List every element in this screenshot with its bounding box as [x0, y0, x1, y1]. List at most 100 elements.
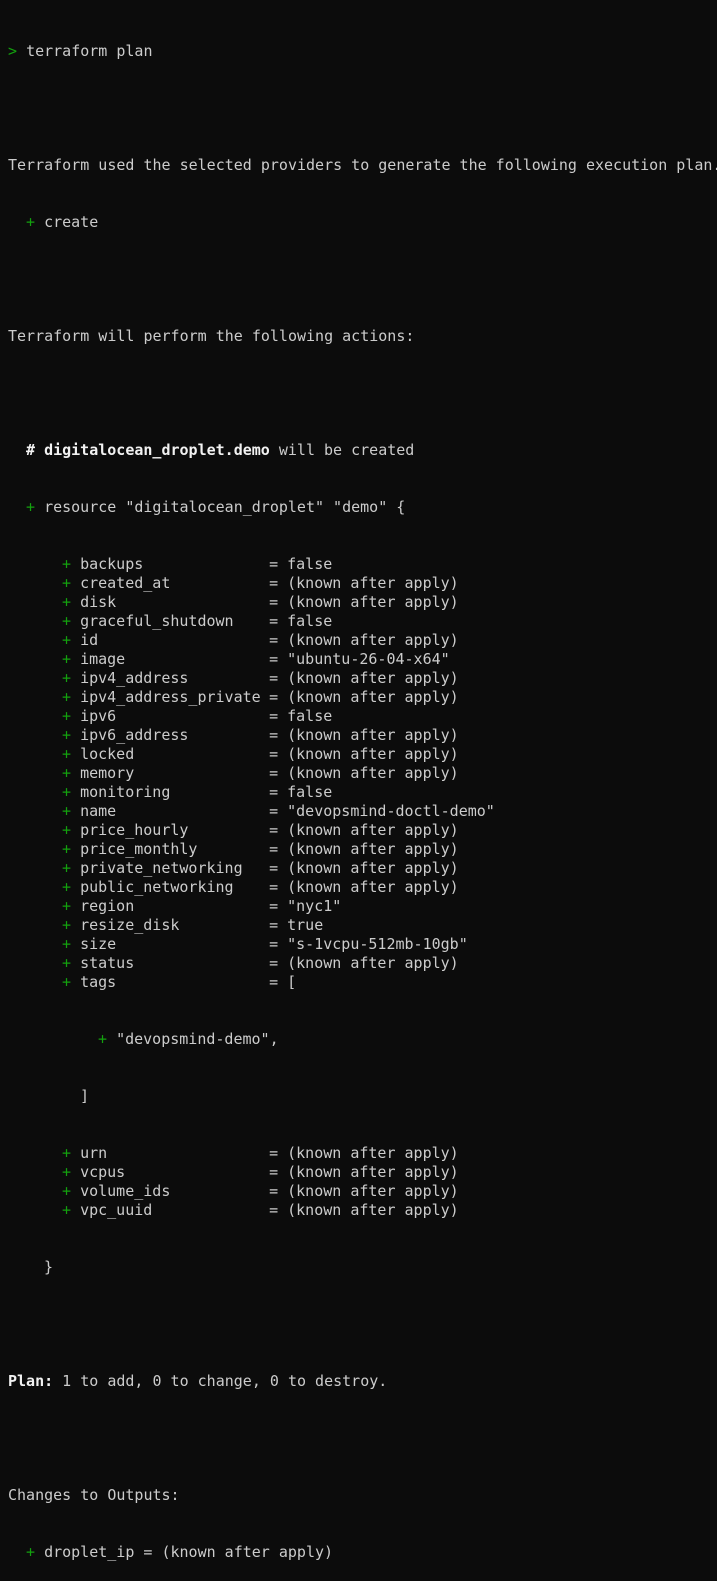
tags-close: ]: [80, 1087, 90, 1105]
attr-key: backups: [80, 555, 144, 573]
attr-line-graceful-shutdown: + graceful_shutdown = false: [62, 612, 333, 630]
attr-line-size: + size = "s-1vcpu-512mb-10gb": [62, 935, 468, 953]
command-text: terraform plan: [26, 42, 153, 60]
attr-value: (known after apply): [287, 726, 459, 744]
attr-key: status: [80, 954, 135, 972]
attr-key: vcpus: [80, 1163, 126, 1181]
outputs-header: Changes to Outputs:: [8, 1486, 180, 1504]
attr-value: (known after apply): [287, 669, 459, 687]
attr-key: public_networking: [80, 878, 234, 896]
attr-value: (known after apply): [287, 821, 459, 839]
plus-icon: +: [62, 783, 72, 801]
attr-key: disk: [80, 593, 117, 611]
attr-value: (known after apply): [287, 954, 459, 972]
plus-icon: +: [62, 821, 72, 839]
attr-value: false: [287, 783, 333, 801]
terminal-window[interactable]: > terraform plan Terraform used the sele…: [0, 0, 717, 1561]
attr-key: tags: [80, 973, 117, 991]
attr-line-urn: + urn = (known after apply): [62, 1144, 459, 1162]
tag-item: + "devopsmind-demo",: [98, 1030, 279, 1048]
attr-value: (known after apply): [287, 1144, 459, 1162]
attr-value: (known after apply): [287, 593, 459, 611]
attr-key: ipv6_address: [80, 726, 189, 744]
plus-icon: +: [62, 764, 72, 782]
attr-line-price-monthly: + price_monthly = (known after apply): [62, 840, 459, 858]
attr-line-vpc-uuid: + vpc_uuid = (known after apply): [62, 1201, 459, 1219]
attr-line-private-networking: + private_networking = (known after apply…: [62, 859, 459, 877]
attr-key: ipv4_address: [80, 669, 189, 687]
attr-value: (known after apply): [287, 688, 459, 706]
attr-line-memory: + memory = (known after apply): [62, 764, 459, 782]
plus-icon: +: [62, 897, 72, 915]
prompt-line: > terraform plan: [8, 42, 717, 61]
attr-key: image: [80, 650, 126, 668]
attr-line-price-hourly: + price_hourly = (known after apply): [62, 821, 459, 839]
attr-value: (known after apply): [287, 745, 459, 763]
attr-line-resize-disk: + resize_disk = true: [62, 916, 324, 934]
intro-line: Terraform used the selected providers to…: [8, 156, 717, 174]
attr-key: monitoring: [80, 783, 171, 801]
attr-value: (known after apply): [287, 764, 459, 782]
attr-key: id: [80, 631, 99, 649]
plus-icon: +: [62, 973, 72, 991]
plus-icon: +: [62, 631, 72, 649]
attr-line-image: + image = "ubuntu-26-04-x64": [62, 650, 450, 668]
plus-icon: +: [62, 1182, 72, 1200]
resource-attributes-after: + urn = (known after apply) + vcpus = (know…: [8, 1144, 717, 1220]
plus-icon: +: [62, 669, 72, 687]
plus-icon: +: [62, 1163, 72, 1181]
resource-attributes: + backups = false + created_at = (known aft…: [8, 555, 717, 992]
attr-line-id: + id = (known after apply): [62, 631, 459, 649]
attr-line-name: + name = "devopsmind-doctl-demo": [62, 802, 495, 820]
resource-comment: # digitalocean_droplet.demo will be crea…: [26, 441, 415, 459]
plus-icon: +: [62, 954, 72, 972]
attr-key: ipv6: [80, 707, 117, 725]
attr-line-ipv4-address-private: + ipv4_address_private = (known after app…: [62, 688, 459, 706]
attr-value: true: [287, 916, 324, 934]
resource-header: + resource "digitalocean_droplet" "demo"…: [26, 498, 406, 516]
attr-line-created-at: + created_at = (known after apply): [62, 574, 459, 592]
attr-line-locked: + locked = (known after apply): [62, 745, 459, 763]
attr-key: price_monthly: [80, 840, 198, 858]
attr-line-region: + region = "nyc1": [62, 897, 342, 915]
attr-value: (known after apply): [287, 574, 459, 592]
attr-value: (known after apply): [287, 1163, 459, 1181]
attr-value: (known after apply): [287, 1201, 459, 1219]
attr-key: region: [80, 897, 135, 915]
attr-line-ipv4-address: + ipv4_address = (known after apply): [62, 669, 459, 687]
attr-value: (known after apply): [287, 859, 459, 877]
plus-icon: +: [62, 1201, 72, 1219]
plus-icon: +: [62, 745, 72, 763]
prompt-symbol: >: [8, 42, 18, 60]
plus-icon: +: [62, 916, 72, 934]
attr-line-disk: + disk = (known after apply): [62, 593, 459, 611]
plus-icon: +: [62, 1144, 72, 1162]
attr-key: price_hourly: [80, 821, 189, 839]
attr-key: ipv4_address_private: [80, 688, 261, 706]
plus-icon: +: [62, 859, 72, 877]
resource-close: }: [44, 1258, 54, 1276]
attr-key: name: [80, 802, 117, 820]
attr-key: volume_ids: [80, 1182, 171, 1200]
symbol-legend: + create: [26, 213, 99, 231]
plan-summary: Plan: 1 to add, 0 to change, 0 to destro…: [8, 1372, 388, 1390]
plus-icon: +: [62, 555, 72, 573]
attr-line-tags: + tags = [: [62, 973, 297, 991]
attr-value: (known after apply): [287, 878, 459, 896]
plus-icon: +: [62, 802, 72, 820]
attr-key: vpc_uuid: [80, 1201, 153, 1219]
plus-icon: +: [62, 650, 72, 668]
plus-icon: +: [62, 707, 72, 725]
plus-icon: +: [62, 574, 72, 592]
attr-key: resize_disk: [80, 916, 180, 934]
attr-line-public-networking: + public_networking = (known after apply): [62, 878, 459, 896]
plus-icon: +: [62, 612, 72, 630]
attr-value: "devopsmind-doctl-demo": [287, 802, 495, 820]
attr-value: "s-1vcpu-512mb-10gb": [287, 935, 468, 953]
attr-key: size: [80, 935, 117, 953]
attr-key: private_networking: [80, 859, 243, 877]
plus-icon: +: [62, 593, 72, 611]
attr-key: locked: [80, 745, 135, 763]
plus-icon: +: [62, 840, 72, 858]
attr-line-monitoring: + monitoring = false: [62, 783, 333, 801]
